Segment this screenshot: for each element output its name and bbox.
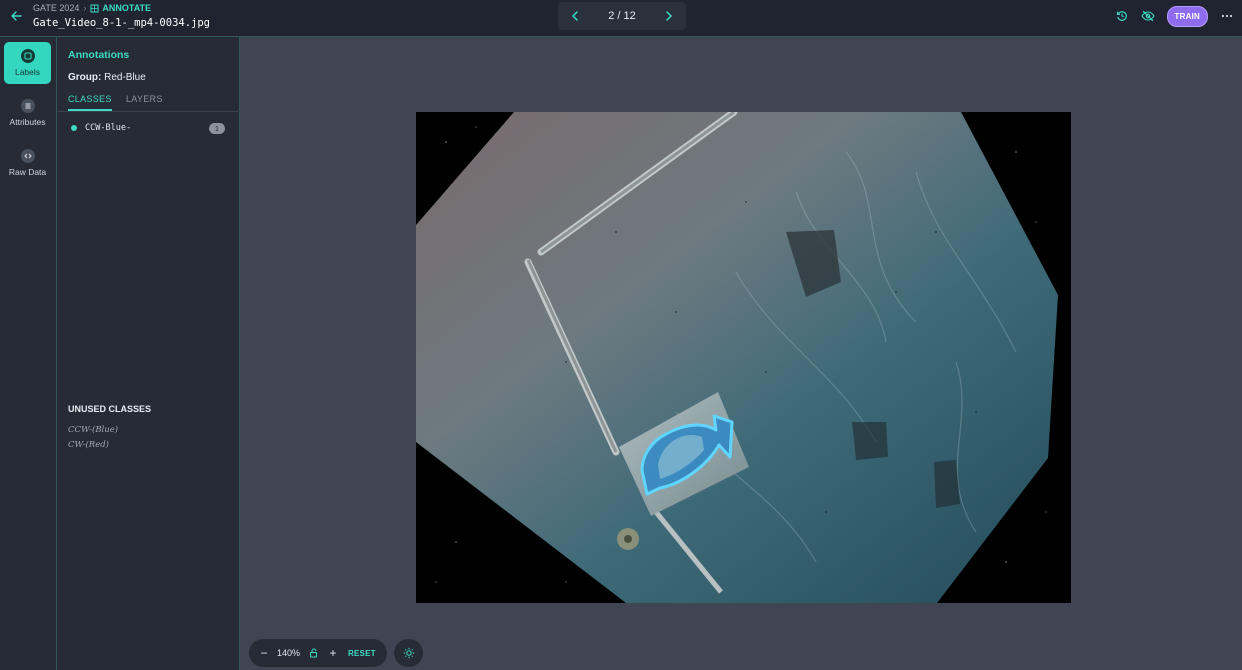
- top-right-actions: TRAIN: [1115, 5, 1234, 27]
- unused-classes-heading: UNUSED CLASSES: [68, 404, 152, 414]
- top-bar: GATE 2024 › ANNOTATE Gate_Video_8-1-_mp4…: [0, 0, 1242, 37]
- more-options-icon[interactable]: [1220, 9, 1234, 23]
- zoom-controls: − 140% + RESET: [249, 639, 387, 667]
- breadcrumb: GATE 2024 › ANNOTATE: [33, 3, 151, 13]
- rail-item-raw-data[interactable]: Raw Data: [4, 142, 51, 184]
- zoom-in-button[interactable]: +: [328, 646, 338, 660]
- next-image-button[interactable]: [662, 9, 676, 23]
- prev-image-button[interactable]: [568, 9, 582, 23]
- image-viewport[interactable]: [416, 112, 1071, 603]
- code-icon: [20, 149, 35, 163]
- brightness-icon: [403, 647, 414, 659]
- class-name: CCW-Blue-: [85, 123, 132, 133]
- chevron-left-icon: [571, 11, 578, 21]
- group-key: Group:: [68, 72, 102, 83]
- class-color-dot: [71, 125, 77, 131]
- mode-label: ANNOTATE: [102, 3, 152, 13]
- label-icon: [20, 49, 35, 63]
- history-icon[interactable]: [1115, 9, 1129, 23]
- zoom-out-button[interactable]: −: [259, 646, 269, 660]
- breadcrumb-project[interactable]: GATE 2024: [33, 3, 79, 13]
- hide-annotations-icon[interactable]: [1140, 9, 1155, 23]
- rail-label: Attributes: [9, 117, 46, 127]
- unused-class-item[interactable]: CW-(Red): [68, 440, 109, 450]
- tab-layers[interactable]: LAYERS: [126, 94, 163, 109]
- back-arrow-icon[interactable]: [8, 8, 24, 24]
- chevron-right-icon: ›: [83, 3, 87, 13]
- panel-tabs: CLASSES LAYERS: [57, 91, 240, 112]
- image-pager: 2 / 12: [558, 2, 686, 30]
- chevron-right-icon: [666, 11, 673, 21]
- group-value: Red-Blue: [104, 72, 146, 83]
- rail-label: Raw Data: [8, 167, 47, 177]
- rail-label: Labels: [14, 67, 41, 77]
- breadcrumb-mode: ANNOTATE: [90, 3, 151, 13]
- underwater-gate-image: [416, 112, 1071, 603]
- annotations-panel: Annotations Group: Red-Blue CLASSES LAYE…: [57, 37, 240, 670]
- zoom-level: 140%: [277, 648, 301, 658]
- annotate-icon: [90, 4, 99, 12]
- class-count-badge: 1: [209, 122, 225, 134]
- unlock-icon[interactable]: [308, 647, 320, 659]
- reset-zoom-button[interactable]: RESET: [348, 649, 376, 658]
- page-indicator: 2 / 12: [608, 10, 636, 22]
- tab-classes[interactable]: CLASSES: [68, 94, 112, 111]
- rail-item-labels[interactable]: Labels: [4, 42, 51, 84]
- unused-class-item[interactable]: CCW-(Blue): [68, 425, 118, 435]
- annotation-canvas[interactable]: [240, 37, 1242, 670]
- train-button[interactable]: TRAIN: [1166, 5, 1208, 27]
- rail-item-attributes[interactable]: Attributes: [4, 92, 51, 134]
- list-icon: [20, 99, 35, 113]
- brightness-button[interactable]: [394, 639, 423, 667]
- panel-title: Annotations: [68, 49, 130, 61]
- group-label: Group: Red-Blue: [68, 72, 146, 83]
- class-item-ccw-blue[interactable]: CCW-Blue- 1: [68, 122, 225, 134]
- file-name: Gate_Video_8-1-_mp4-0034.jpg: [33, 17, 211, 29]
- side-rail: Labels Attributes Raw Data: [0, 37, 57, 670]
